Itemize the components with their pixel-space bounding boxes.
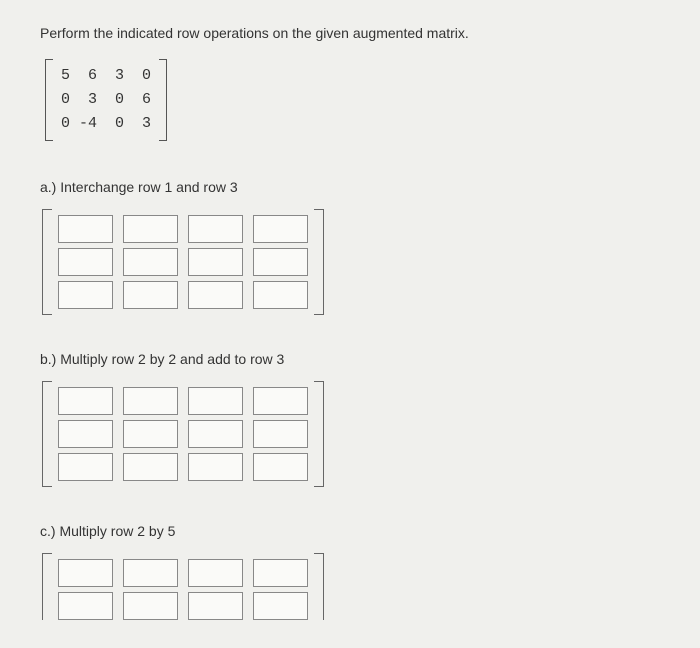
matrix-cell-input[interactable]	[58, 248, 113, 276]
matrix-cell-input[interactable]	[58, 592, 113, 620]
matrix-row-1: 5 6 3 0	[61, 64, 151, 88]
bracket-left	[42, 381, 52, 487]
matrix-cell-input[interactable]	[253, 559, 308, 587]
matrix-cell-input[interactable]	[123, 559, 178, 587]
matrix-cell-input[interactable]	[123, 248, 178, 276]
bracket-right	[159, 59, 167, 141]
part-b-matrix	[42, 381, 324, 487]
matrix-cell-input[interactable]	[188, 248, 243, 276]
matrix-cell-input[interactable]	[253, 420, 308, 448]
part-a-matrix	[42, 209, 324, 315]
matrix-row-2: 0 3 0 6	[61, 88, 151, 112]
matrix-cell-input[interactable]	[123, 592, 178, 620]
input-row	[58, 387, 308, 415]
matrix-cell-input[interactable]	[188, 281, 243, 309]
matrix-cell-input[interactable]	[58, 215, 113, 243]
matrix-cell-input[interactable]	[123, 453, 178, 481]
matrix-cell-input[interactable]	[188, 420, 243, 448]
matrix-cell-input[interactable]	[58, 281, 113, 309]
part-c-label: c.) Multiply row 2 by 5	[40, 523, 660, 539]
matrix-cell-input[interactable]	[123, 420, 178, 448]
input-row	[58, 453, 308, 481]
matrix-values: 5 6 3 0 0 3 0 6 0 -4 0 3	[53, 59, 159, 141]
part-c-matrix	[42, 553, 324, 620]
matrix-cell-input[interactable]	[123, 215, 178, 243]
matrix-cell-input[interactable]	[253, 387, 308, 415]
input-grid-b	[52, 381, 314, 487]
input-row	[58, 248, 308, 276]
input-grid-c	[52, 553, 314, 620]
matrix-cell-input[interactable]	[188, 215, 243, 243]
given-matrix: 5 6 3 0 0 3 0 6 0 -4 0 3	[45, 59, 167, 141]
part-b-label: b.) Multiply row 2 by 2 and add to row 3	[40, 351, 660, 367]
matrix-cell-input[interactable]	[253, 592, 308, 620]
bracket-left	[42, 553, 52, 620]
matrix-cell-input[interactable]	[58, 559, 113, 587]
input-row	[58, 420, 308, 448]
matrix-cell-input[interactable]	[188, 559, 243, 587]
bracket-right	[314, 553, 324, 620]
matrix-row-3: 0 -4 0 3	[61, 112, 151, 136]
matrix-cell-input[interactable]	[253, 248, 308, 276]
matrix-cell-input[interactable]	[188, 453, 243, 481]
bracket-left	[42, 209, 52, 315]
matrix-cell-input[interactable]	[123, 387, 178, 415]
matrix-cell-input[interactable]	[188, 592, 243, 620]
input-row	[58, 281, 308, 309]
matrix-cell-input[interactable]	[123, 281, 178, 309]
problem-instruction: Perform the indicated row operations on …	[40, 25, 660, 41]
bracket-right	[314, 381, 324, 487]
matrix-cell-input[interactable]	[188, 387, 243, 415]
part-a-label: a.) Interchange row 1 and row 3	[40, 179, 660, 195]
input-row	[58, 592, 308, 620]
input-row	[58, 215, 308, 243]
matrix-cell-input[interactable]	[253, 453, 308, 481]
input-grid-a	[52, 209, 314, 315]
matrix-cell-input[interactable]	[253, 215, 308, 243]
matrix-cell-input[interactable]	[58, 420, 113, 448]
matrix-cell-input[interactable]	[58, 453, 113, 481]
bracket-left	[45, 59, 53, 141]
input-row	[58, 559, 308, 587]
matrix-cell-input[interactable]	[58, 387, 113, 415]
bracket-right	[314, 209, 324, 315]
matrix-cell-input[interactable]	[253, 281, 308, 309]
